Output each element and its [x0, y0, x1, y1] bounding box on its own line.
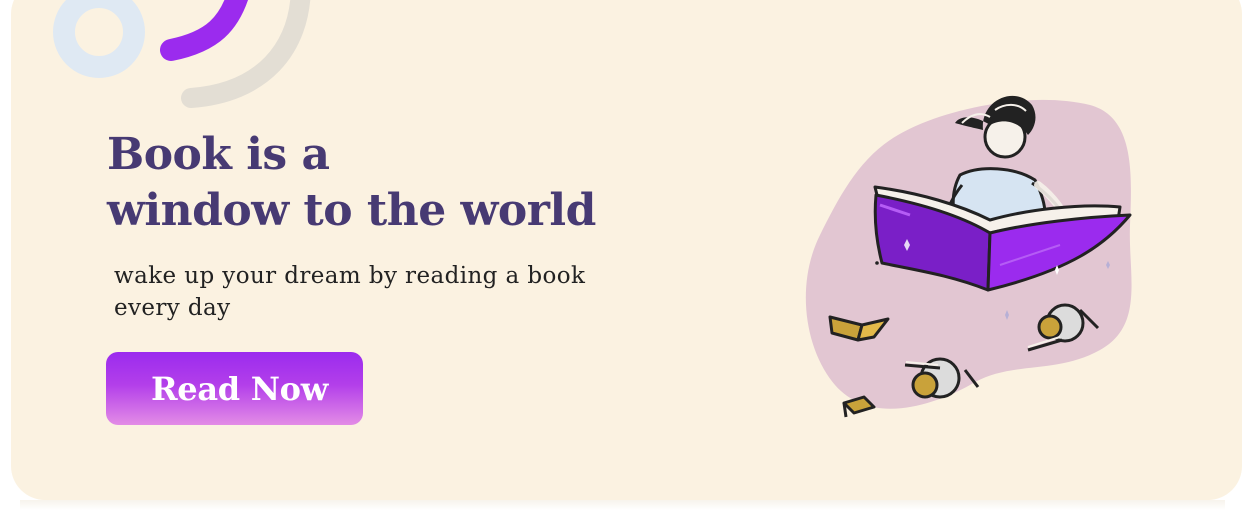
banner-shadow	[20, 500, 1225, 510]
headline-line-2: window to the world	[107, 185, 596, 236]
hero-banner: Book is a window to the world wake up yo…	[11, 0, 1242, 500]
ring-shape	[53, 0, 145, 78]
decorative-shapes	[53, 0, 311, 108]
headline-line-1: Book is a	[107, 129, 330, 180]
read-now-button[interactable]: Read Now	[106, 352, 363, 425]
girl-riding-book-icon	[805, 95, 1132, 418]
subtitle: wake up your dream by reading a book eve…	[114, 263, 586, 321]
headline: Book is a window to the world	[107, 127, 596, 239]
purple-arc-shape	[160, 0, 249, 61]
